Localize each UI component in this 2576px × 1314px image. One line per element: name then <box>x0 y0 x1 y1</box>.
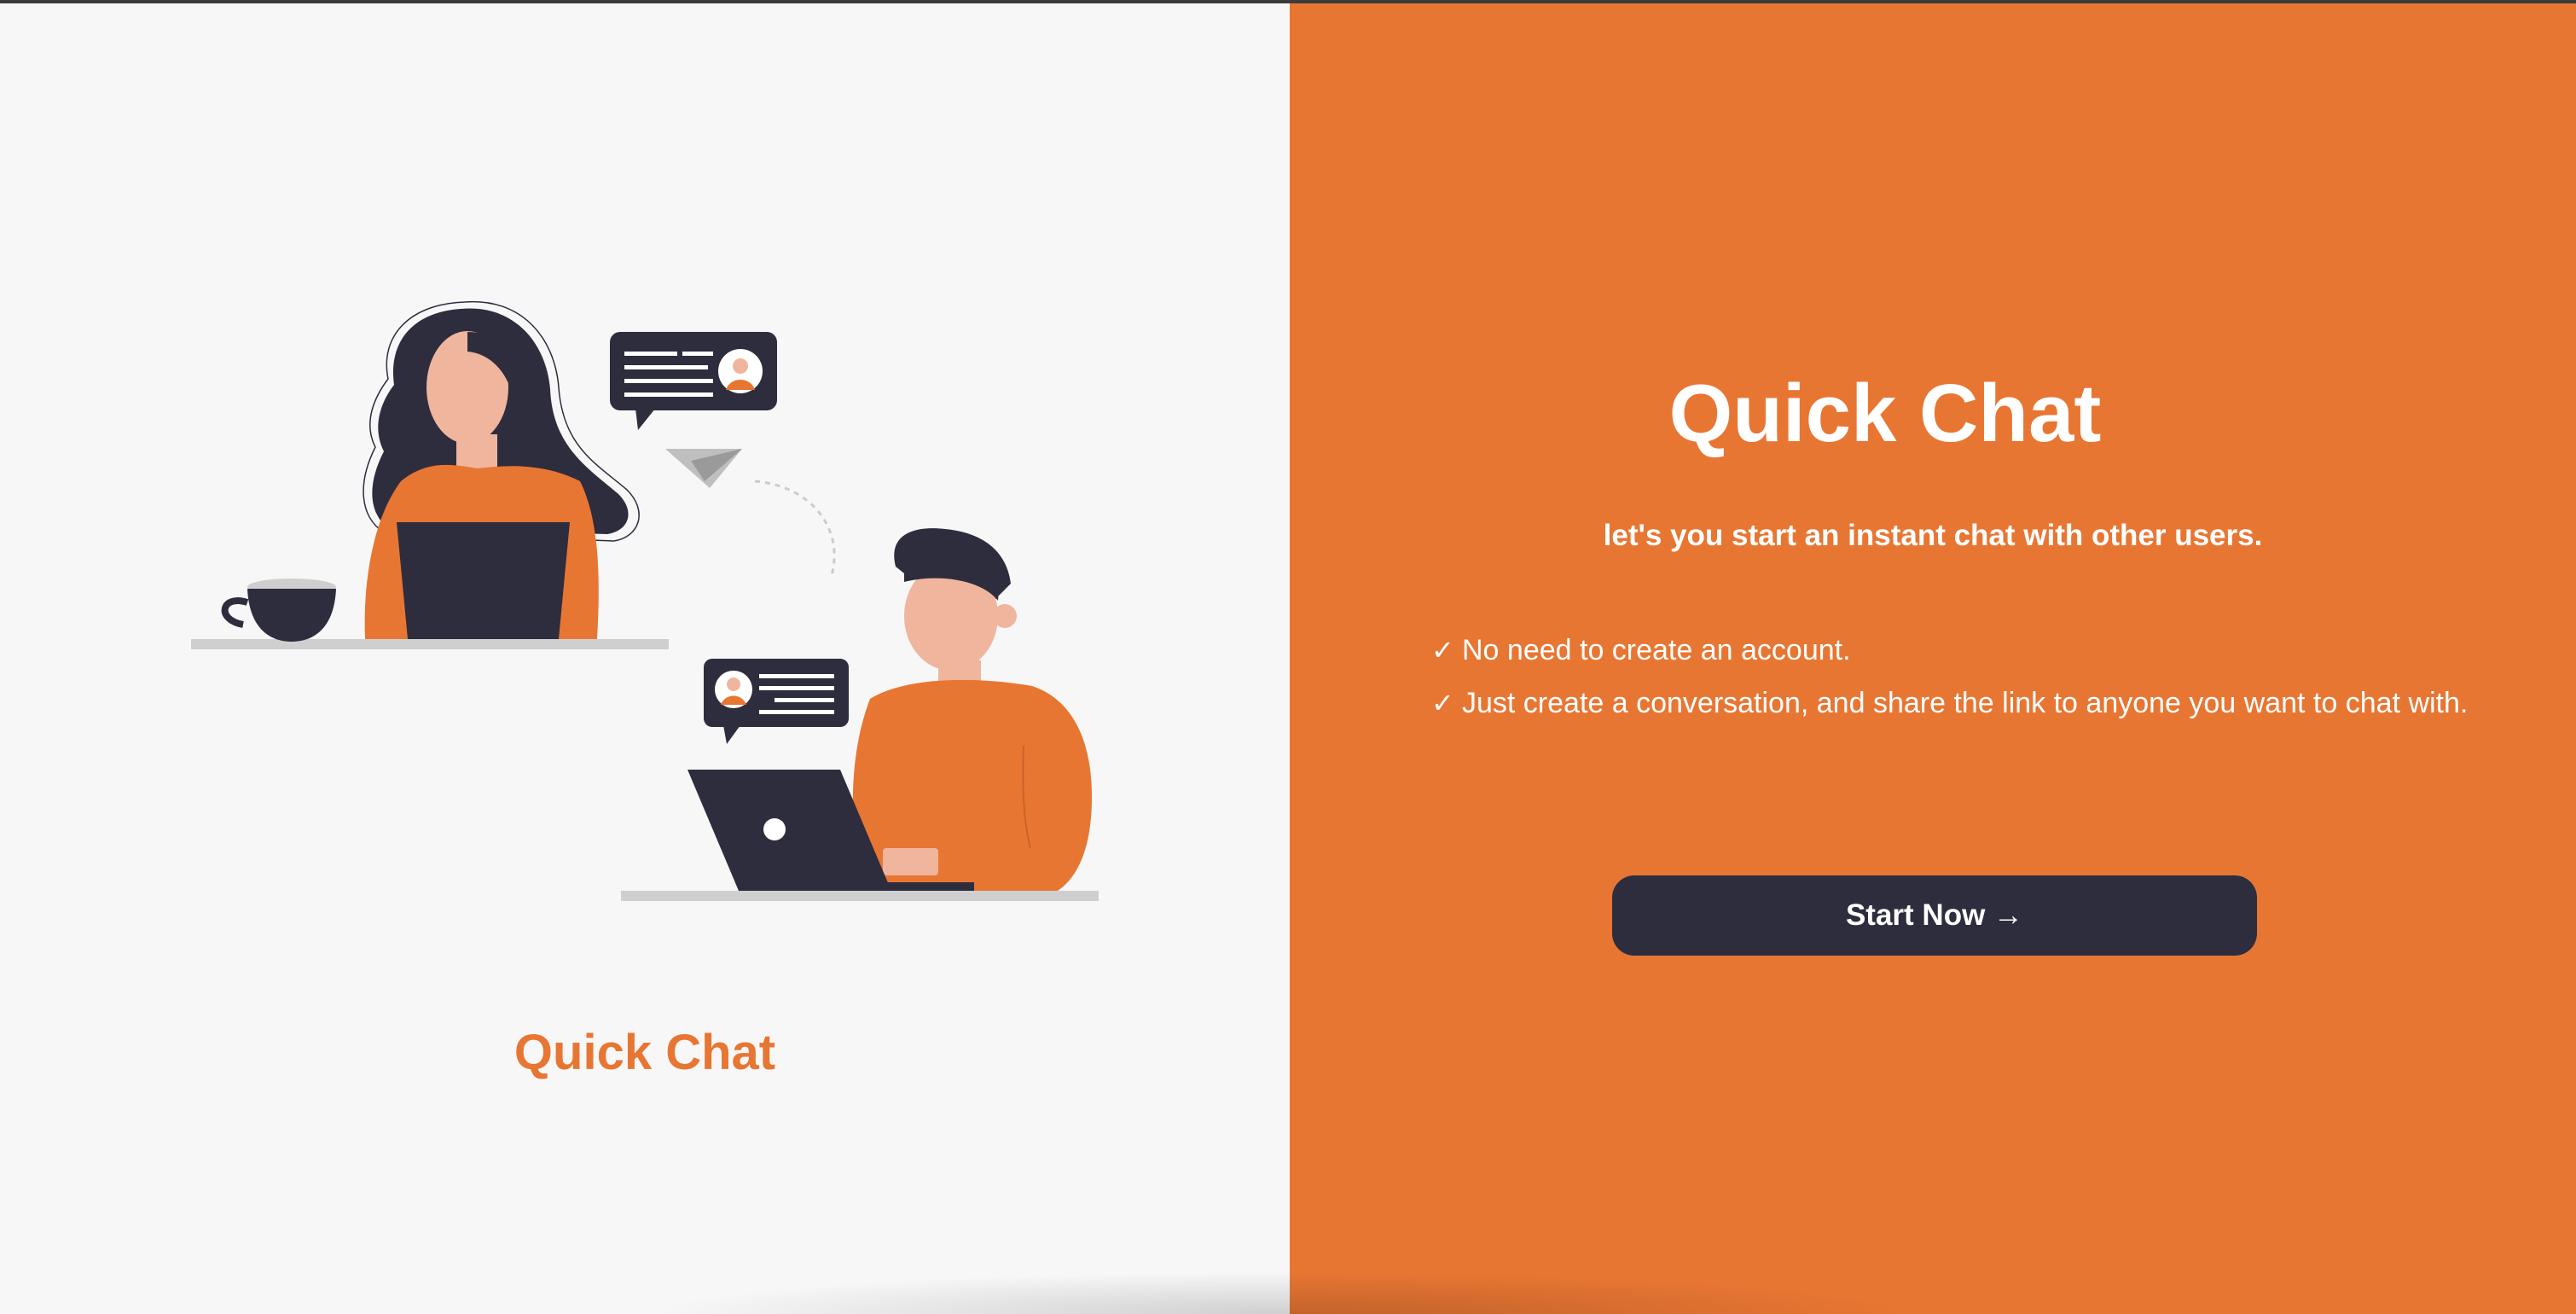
feature-text: No need to create an account. <box>1462 634 1851 666</box>
hero-title: Quick Chat <box>1668 368 2102 459</box>
two-people-chatting-illustration <box>191 300 1099 901</box>
woman-figure <box>191 300 669 649</box>
checkmark-icon: ✓ <box>1431 635 1454 666</box>
start-now-button[interactable]: Start Now → <box>1612 875 2257 956</box>
feature-item: ✓ No need to create an account. <box>1431 630 2540 683</box>
paper-plane-icon <box>665 449 836 576</box>
feature-list: ✓ No need to create an account. ✓ Just cre… <box>1431 630 2540 735</box>
left-panel: Quick Chat <box>0 3 1290 1314</box>
man-chat-bubble <box>704 659 849 744</box>
brand-title: Quick Chat <box>513 1025 776 1080</box>
hero-tagline: let's you start an instant chat with oth… <box>1603 519 2263 552</box>
feature-text: Just create a conversation, and share th… <box>1462 687 2469 719</box>
woman-chat-bubble <box>610 332 777 430</box>
checkmark-icon: ✓ <box>1431 688 1454 718</box>
man-figure <box>621 528 1099 901</box>
feature-item: ✓ Just create a conversation, and share t… <box>1431 683 2540 735</box>
